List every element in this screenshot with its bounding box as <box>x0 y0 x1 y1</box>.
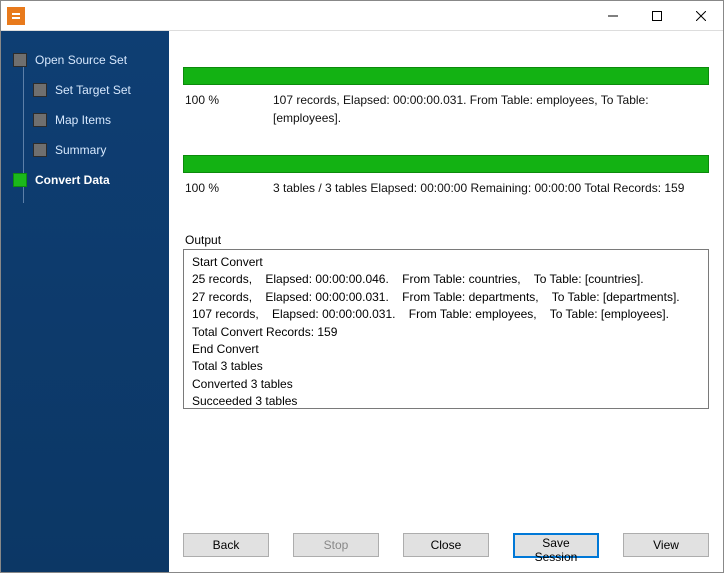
step-label: Set Target Set <box>55 83 131 97</box>
step-box-icon <box>33 113 47 127</box>
body: Open Source Set Set Target Set Map Items… <box>1 31 723 572</box>
wizard-sidebar: Open Source Set Set Target Set Map Items… <box>1 31 169 572</box>
progress-row-total: 100 % 3 tables / 3 tables Elapsed: 00:00… <box>183 173 709 197</box>
step-label: Summary <box>55 143 106 157</box>
progress-details: 3 tables / 3 tables Elapsed: 00:00:00 Re… <box>273 179 707 197</box>
step-summary[interactable]: Summary <box>1 135 169 165</box>
output-section: Output Start Convert 25 records, Elapsed… <box>183 233 709 409</box>
progress-percent: 100 % <box>185 179 247 197</box>
step-box-icon <box>13 53 27 67</box>
step-set-target-set[interactable]: Set Target Set <box>1 75 169 105</box>
step-convert-data[interactable]: Convert Data <box>1 165 169 195</box>
stop-button: Stop <box>293 533 379 557</box>
step-box-icon <box>33 83 47 97</box>
app-icon <box>7 7 25 25</box>
output-log[interactable]: Start Convert 25 records, Elapsed: 00:00… <box>183 249 709 409</box>
progress-block-table: 100 % 107 records, Elapsed: 00:00:00.031… <box>183 67 709 127</box>
app-window: Open Source Set Set Target Set Map Items… <box>0 0 724 573</box>
step-box-icon <box>13 173 27 187</box>
step-label: Convert Data <box>35 173 110 187</box>
progress-bar-total <box>183 155 709 173</box>
step-label: Open Source Set <box>35 53 127 67</box>
wizard-steps: Open Source Set Set Target Set Map Items… <box>1 45 169 195</box>
save-session-button[interactable]: Save Session <box>513 533 599 558</box>
step-map-items[interactable]: Map Items <box>1 105 169 135</box>
progress-details: 107 records, Elapsed: 00:00:00.031. From… <box>273 91 707 127</box>
titlebar <box>1 1 723 31</box>
minimize-button[interactable] <box>591 1 635 31</box>
main-panel: 100 % 107 records, Elapsed: 00:00:00.031… <box>169 31 723 572</box>
progress-percent: 100 % <box>185 91 247 109</box>
progress-row-table: 100 % 107 records, Elapsed: 00:00:00.031… <box>183 85 709 127</box>
button-row: Back Stop Close Save Session View <box>169 519 723 572</box>
window-controls <box>591 1 723 31</box>
close-wizard-button[interactable]: Close <box>403 533 489 557</box>
step-box-icon <box>33 143 47 157</box>
step-label: Map Items <box>55 113 111 127</box>
progress-block-total: 100 % 3 tables / 3 tables Elapsed: 00:00… <box>183 155 709 197</box>
maximize-button[interactable] <box>635 1 679 31</box>
progress-area: 100 % 107 records, Elapsed: 00:00:00.031… <box>169 31 723 225</box>
back-button[interactable]: Back <box>183 533 269 557</box>
titlebar-left <box>1 7 591 25</box>
progress-bar-table <box>183 67 709 85</box>
close-button[interactable] <box>679 1 723 31</box>
step-open-source-set[interactable]: Open Source Set <box>1 45 169 75</box>
view-button[interactable]: View <box>623 533 709 557</box>
output-label: Output <box>183 233 709 249</box>
